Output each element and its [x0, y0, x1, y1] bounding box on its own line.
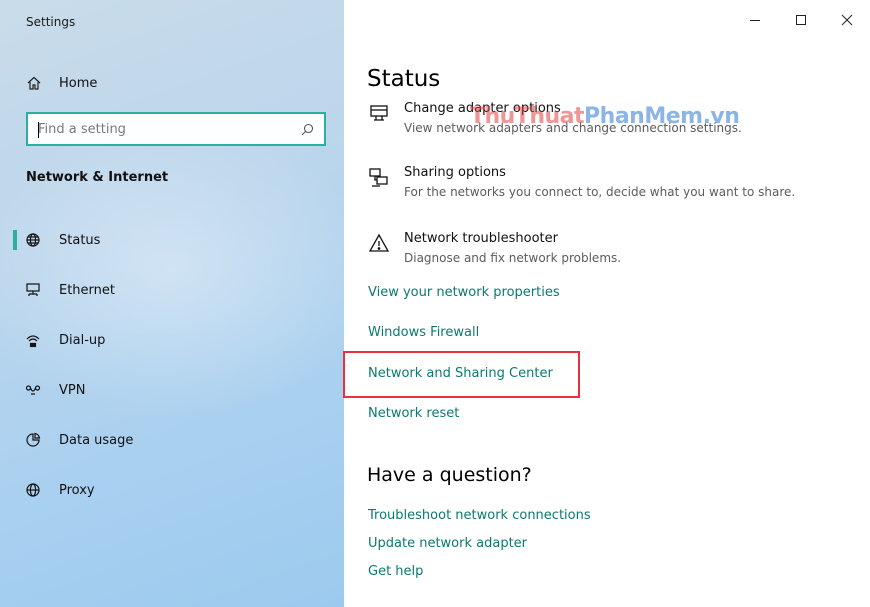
sidebar-item-label: Ethernet — [59, 282, 115, 298]
search-box[interactable] — [26, 112, 326, 146]
search-icon[interactable] — [301, 123, 314, 136]
option-description: Diagnose and fix network problems. — [404, 251, 622, 265]
app-title: Settings — [26, 15, 76, 29]
home-label: Home — [59, 75, 98, 91]
adapter-icon — [368, 102, 390, 124]
option-title: Sharing options — [404, 165, 506, 180]
maximize-icon — [796, 15, 806, 25]
ethernet-icon — [25, 282, 41, 298]
globe-icon — [25, 232, 41, 248]
sidebar-item-label: Data usage — [59, 432, 134, 448]
option-title: Network troubleshooter — [404, 231, 558, 246]
sidebar-item-label: VPN — [59, 382, 86, 398]
sharing-options[interactable]: Sharing options For the networks you con… — [368, 164, 795, 201]
sidebar-item-ethernet[interactable]: Ethernet — [0, 273, 344, 307]
view-network-properties-link[interactable]: View your network properties — [368, 285, 560, 300]
get-help-link[interactable]: Get help — [368, 564, 423, 579]
windows-firewall-link[interactable]: Windows Firewall — [368, 325, 479, 340]
sidebar-item-status[interactable]: Status — [0, 223, 344, 257]
maximize-button[interactable] — [778, 0, 824, 40]
question-title: Have a question? — [367, 464, 532, 486]
text-caret — [38, 122, 39, 138]
highlight-annotation — [343, 351, 580, 398]
sharing-icon — [368, 166, 390, 188]
dial-up-icon — [25, 332, 41, 348]
sidebar-item-proxy[interactable]: Proxy — [0, 473, 344, 507]
sidebar: Settings Home Network & Internet Status — [0, 0, 344, 607]
network-troubleshooter[interactable]: Network troubleshooter Diagnose and fix … — [368, 230, 621, 267]
search-input[interactable] — [38, 121, 301, 137]
sidebar-item-vpn[interactable]: VPN — [0, 373, 344, 407]
sidebar-item-label: Proxy — [59, 482, 95, 498]
home-icon — [27, 76, 41, 90]
minimize-button[interactable] — [732, 0, 778, 40]
globe-icon — [25, 482, 41, 498]
sidebar-item-data-usage[interactable]: Data usage — [0, 423, 344, 457]
vpn-icon — [25, 382, 41, 398]
page-title: Status — [367, 66, 441, 92]
sidebar-item-dial-up[interactable]: Dial-up — [0, 323, 344, 357]
option-description: For the networks you connect to, decide … — [404, 185, 796, 199]
watermark: ThuThuatPhanMem.vn — [470, 104, 740, 129]
window-controls — [732, 0, 870, 40]
close-button[interactable] — [824, 0, 870, 40]
warning-icon — [368, 232, 390, 254]
home-nav-item[interactable]: Home — [26, 73, 97, 93]
network-reset-link[interactable]: Network reset — [368, 406, 459, 421]
minimize-icon — [750, 20, 760, 21]
close-icon — [841, 14, 853, 26]
sidebar-item-label: Status — [59, 232, 101, 248]
data-usage-icon — [25, 432, 41, 448]
update-adapter-link[interactable]: Update network adapter — [368, 536, 527, 551]
troubleshoot-connections-link[interactable]: Troubleshoot network connections — [368, 508, 591, 523]
section-title: Network & Internet — [26, 170, 169, 185]
selection-indicator — [13, 230, 17, 250]
sidebar-item-label: Dial-up — [59, 332, 106, 348]
